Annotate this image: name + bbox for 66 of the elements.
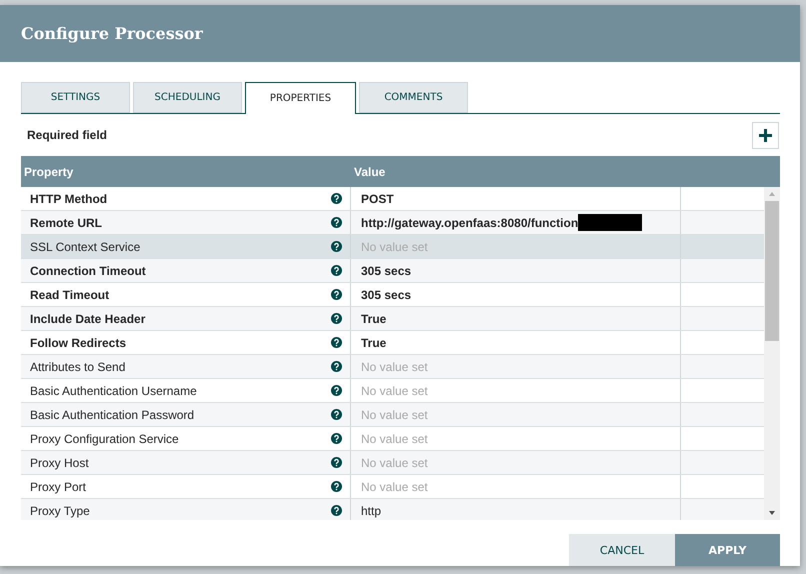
help-icon[interactable] <box>331 217 342 228</box>
property-name: Remote URL <box>30 216 102 230</box>
help-icon[interactable] <box>331 481 342 492</box>
property-row[interactable]: Read Timeout 305 secs <box>21 283 764 307</box>
property-name: Attributes to Send <box>30 360 126 374</box>
tab[interactable]: SCHEDULING <box>133 82 242 113</box>
property-value: http <box>361 504 382 518</box>
help-icon[interactable] <box>331 361 342 372</box>
property-value: http://gateway.openfaas:8080/function <box>361 216 578 230</box>
tab[interactable]: PROPERTIES <box>245 82 356 114</box>
property-name: HTTP Method <box>30 192 108 206</box>
property-name: Basic Authentication Username <box>30 384 197 398</box>
property-row[interactable]: Proxy Configuration Service No value set <box>21 427 764 451</box>
help-icon[interactable] <box>331 409 342 420</box>
property-row[interactable]: Attributes to Send No value set <box>21 355 764 379</box>
tab[interactable]: SETTINGS <box>21 82 130 113</box>
property-name: Proxy Configuration Service <box>30 432 179 446</box>
property-value: No value set <box>361 432 428 446</box>
property-row[interactable]: Follow Redirects True <box>21 331 764 355</box>
property-value: No value set <box>361 384 428 398</box>
property-name: SSL Context Service <box>30 240 140 254</box>
required-field-label: Required field <box>26 128 108 142</box>
property-row[interactable]: Proxy Host No value set <box>21 451 764 475</box>
property-value: True <box>361 312 386 326</box>
property-row[interactable]: Include Date Header True <box>21 307 764 331</box>
property-value: No value set <box>361 480 428 494</box>
help-icon[interactable] <box>331 313 342 324</box>
help-icon[interactable] <box>331 241 342 252</box>
property-name: Follow Redirects <box>30 336 126 350</box>
scrollbar[interactable] <box>764 187 780 520</box>
add-property-button[interactable] <box>752 122 779 148</box>
property-value: 305 secs <box>361 288 412 302</box>
property-name: Basic Authentication Password <box>30 408 194 422</box>
help-icon[interactable] <box>331 385 342 396</box>
property-row[interactable]: Proxy Type http <box>21 499 764 520</box>
property-name: Proxy Port <box>30 480 86 494</box>
property-value: No value set <box>361 240 428 254</box>
property-value: No value set <box>361 360 428 374</box>
property-value: POST <box>361 192 394 206</box>
property-row[interactable]: Basic Authentication Username No value set <box>21 379 764 403</box>
property-value: No value set <box>361 456 428 470</box>
property-name: Proxy Host <box>30 456 89 470</box>
property-value: 305 secs <box>361 264 412 278</box>
dialog-button[interactable]: CANCEL <box>569 534 675 566</box>
property-name: Proxy Type <box>30 504 90 518</box>
property-value: True <box>361 336 386 350</box>
property-row[interactable]: Remote URL http://gateway.openfaas:8080/function <box>21 211 764 235</box>
help-icon[interactable] <box>331 265 342 276</box>
plus-icon <box>759 128 772 142</box>
property-name: Include Date Header <box>30 312 146 326</box>
property-name: Read Timeout <box>30 288 110 302</box>
property-row[interactable]: Proxy Port No value set <box>21 475 764 499</box>
help-icon[interactable] <box>331 193 342 204</box>
help-icon[interactable] <box>331 457 342 468</box>
tab[interactable]: COMMENTS <box>359 82 468 113</box>
dialog-title: Configure Processor <box>21 24 203 43</box>
help-icon[interactable] <box>331 505 342 516</box>
property-name: Connection Timeout <box>30 264 146 278</box>
property-value: No value set <box>361 408 428 422</box>
property-row[interactable]: HTTP Method POST <box>21 187 764 211</box>
property-row[interactable]: SSL Context Service No value set <box>21 235 764 259</box>
help-icon[interactable] <box>331 337 342 348</box>
help-icon[interactable] <box>331 433 342 444</box>
help-icon[interactable] <box>331 289 342 300</box>
property-row[interactable]: Connection Timeout 305 secs <box>21 259 764 283</box>
property-row[interactable]: Basic Authentication Password No value set <box>21 403 764 427</box>
